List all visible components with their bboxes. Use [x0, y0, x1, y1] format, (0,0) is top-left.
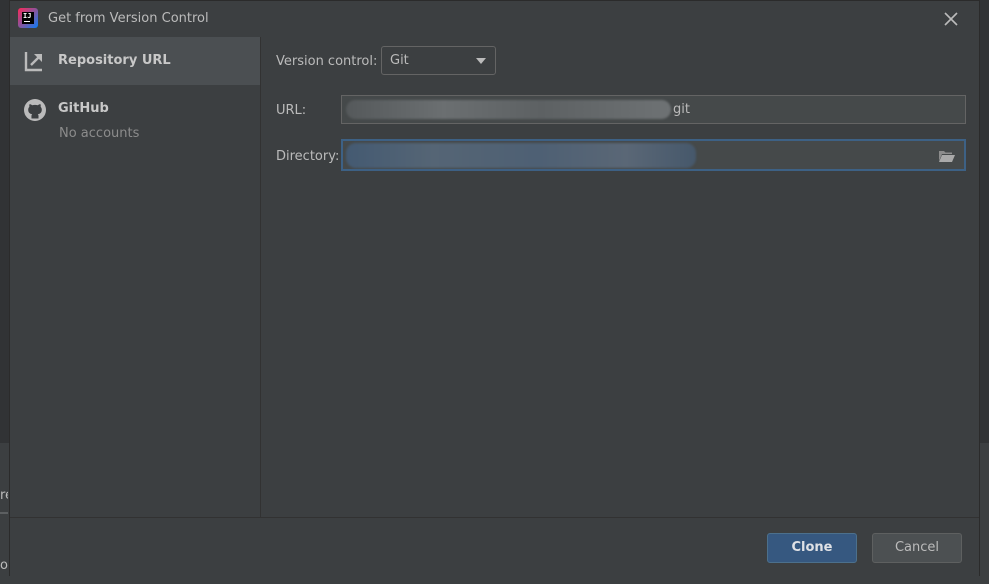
cancel-button[interactable]: Cancel: [872, 533, 962, 563]
intellij-logo-icon: IJ: [18, 8, 38, 28]
chevron-down-icon: [476, 58, 486, 64]
url-input[interactable]: git: [341, 95, 966, 124]
ide-edge-text: od: [0, 558, 8, 573]
dialog-title: Get from Version Control: [48, 11, 209, 26]
version-control-select[interactable]: Git: [381, 46, 496, 75]
directory-input[interactable]: [341, 139, 966, 171]
url-label: URL:: [276, 103, 307, 118]
version-control-label: Version control:: [276, 54, 378, 69]
url-value-tail: git: [673, 102, 690, 117]
sidebar-item-label: GitHub: [58, 101, 109, 116]
repository-url-panel: Version control: Git URL: git Directory:: [261, 37, 979, 517]
redacted-directory-text: [346, 143, 696, 168]
sidebar-item-label: Repository URL: [58, 53, 171, 68]
close-icon: [944, 12, 958, 26]
github-icon: [24, 99, 46, 121]
clone-button[interactable]: Clone: [767, 533, 857, 563]
vcs-source-sidebar: Repository URL GitHub No accounts: [10, 37, 261, 517]
sidebar-item-repository-url[interactable]: Repository URL: [10, 37, 260, 85]
get-from-vcs-dialog: IJ Get from Version Control Repository U…: [9, 0, 980, 578]
sidebar-item-github[interactable]: GitHub No accounts: [10, 85, 260, 147]
vcs-merge-arrow-icon: [24, 52, 42, 72]
redacted-url-text: [346, 100, 671, 119]
github-accounts-status: No accounts: [59, 126, 140, 141]
dialog-titlebar: IJ Get from Version Control: [10, 1, 979, 37]
ide-edge-text: re: [0, 488, 8, 503]
dialog-footer: Clone Cancel: [10, 517, 979, 578]
version-control-value: Git: [390, 53, 409, 68]
ide-edge-divider: [0, 512, 8, 514]
directory-label: Directory:: [276, 149, 340, 164]
folder-open-icon[interactable]: [938, 149, 956, 163]
close-button[interactable]: [941, 9, 961, 29]
